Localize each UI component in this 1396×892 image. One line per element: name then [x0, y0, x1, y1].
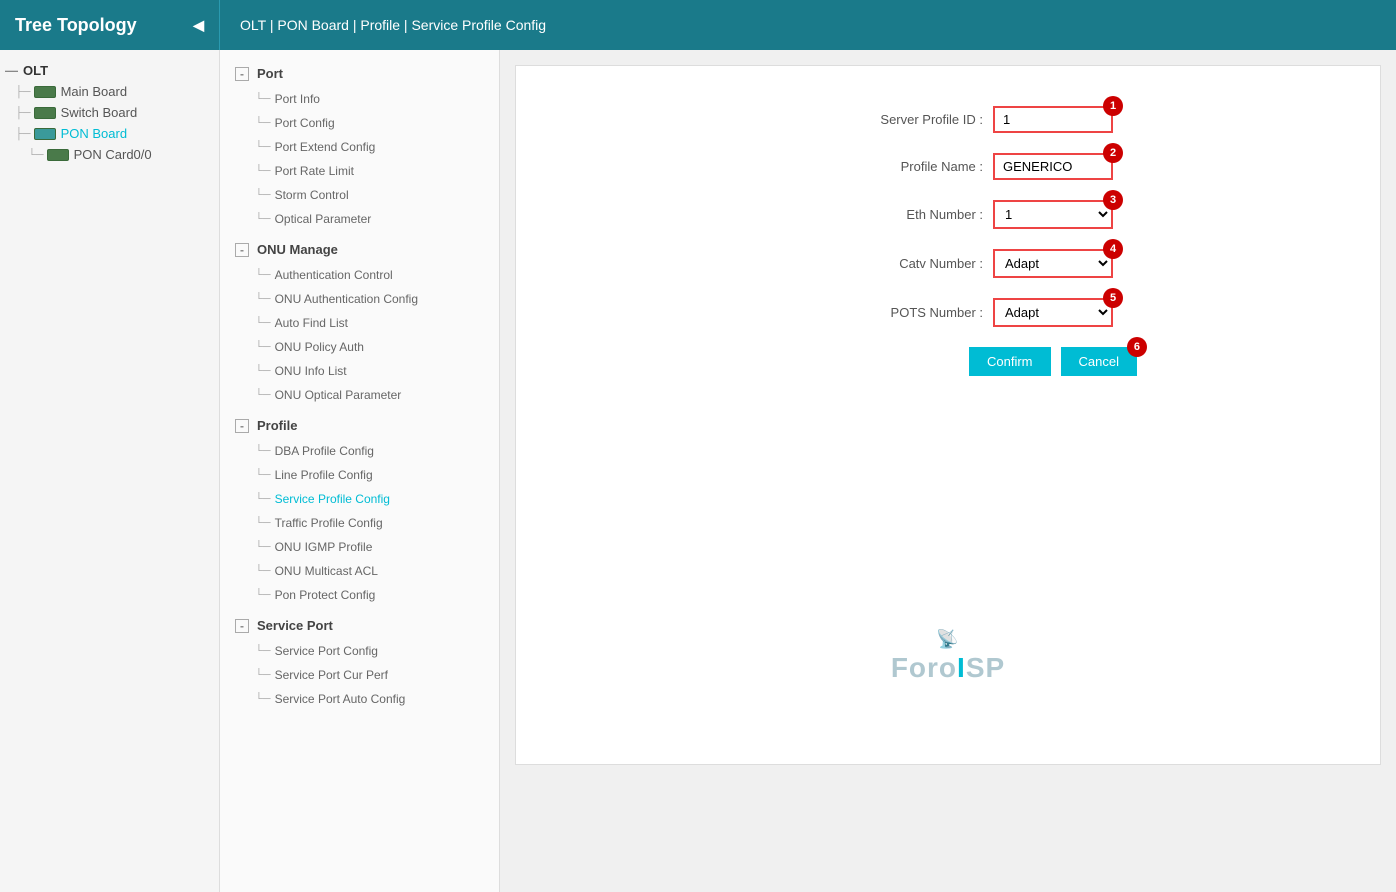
step-badge-6: 6	[1127, 337, 1147, 357]
step-badge-4: 4	[1103, 239, 1123, 259]
pon-card-label: PON Card0/0	[74, 147, 152, 162]
watermark-text: ForoISP	[891, 652, 1005, 683]
menu-optical-parameter[interactable]: └─ Optical Parameter	[220, 207, 499, 231]
server-profile-id-wrap: 1	[993, 106, 1113, 133]
catv-number-row: Catv Number : Adapt 0 1 4	[556, 249, 1340, 278]
header: Tree Topology ◀ OLT | PON Board | Profil…	[0, 0, 1396, 50]
port-expand-icon: -	[235, 67, 249, 81]
menu-onu-igmp-profile[interactable]: └─ ONU IGMP Profile	[220, 535, 499, 559]
menu-service-port-auto-config[interactable]: └─ Service Port Auto Config	[220, 687, 499, 711]
menu-authentication-control[interactable]: └─ Authentication Control	[220, 263, 499, 287]
step-badge-5: 5	[1103, 288, 1123, 308]
profile-section: - Profile └─ DBA Profile Config └─ Line …	[220, 412, 499, 607]
service-section-label: Service Port	[257, 618, 333, 633]
switch-board-label: Switch Board	[61, 105, 138, 120]
main-board-label: Main Board	[61, 84, 127, 99]
left-menu: - Port └─ Port Info └─ Port Config └─ Po…	[220, 50, 500, 892]
profile-name-input[interactable]	[993, 153, 1113, 180]
confirm-button[interactable]: Confirm	[969, 347, 1051, 376]
step-badge-3: 3	[1103, 190, 1123, 210]
pon-board-icon	[34, 128, 56, 140]
server-profile-id-row: Server Profile ID : 1	[556, 106, 1340, 133]
profile-name-row: Profile Name : 2	[556, 153, 1340, 180]
menu-onu-multicast-acl[interactable]: └─ ONU Multicast ACL	[220, 559, 499, 583]
sidebar: — OLT ├─ Main Board ├─ Switch Board ├─ P…	[0, 50, 220, 892]
tree-switch-board[interactable]: ├─ Switch Board	[0, 102, 219, 123]
menu-onu-auth-config[interactable]: └─ ONU Authentication Config	[220, 287, 499, 311]
menu-onu-policy-auth[interactable]: └─ ONU Policy Auth	[220, 335, 499, 359]
menu-service-port-cur-perf[interactable]: └─ Service Port Cur Perf	[220, 663, 499, 687]
pon-board-label: PON Board	[61, 126, 127, 141]
onu-section: - ONU Manage └─ Authentication Control └…	[220, 236, 499, 407]
port-section-header[interactable]: - Port	[220, 60, 499, 87]
menu-onu-optical-parameter[interactable]: └─ ONU Optical Parameter	[220, 383, 499, 407]
pots-number-label: POTS Number :	[783, 305, 983, 320]
profile-section-label: Profile	[257, 418, 297, 433]
cancel-button[interactable]: Cancel	[1061, 347, 1137, 376]
menu-pon-protect-config[interactable]: └─ Pon Protect Config	[220, 583, 499, 607]
onu-section-label: ONU Manage	[257, 242, 338, 257]
menu-storm-control[interactable]: └─ Storm Control	[220, 183, 499, 207]
catv-number-wrap: Adapt 0 1 4	[993, 249, 1113, 278]
menu-port-config[interactable]: └─ Port Config	[220, 111, 499, 135]
menu-dba-profile-config[interactable]: └─ DBA Profile Config	[220, 439, 499, 463]
menu-onu-info-list[interactable]: └─ ONU Info List	[220, 359, 499, 383]
olt-label: OLT	[23, 63, 48, 78]
switch-board-icon	[34, 107, 56, 119]
menu-line-profile-config[interactable]: └─ Line Profile Config	[220, 463, 499, 487]
tree-olt[interactable]: — OLT	[0, 60, 219, 81]
server-profile-id-input[interactable]	[993, 106, 1113, 133]
menu-port-extend-config[interactable]: └─ Port Extend Config	[220, 135, 499, 159]
catv-number-select[interactable]: Adapt 0 1	[993, 249, 1113, 278]
port-section-label: Port	[257, 66, 283, 81]
profile-name-wrap: 2	[993, 153, 1113, 180]
eth-number-select[interactable]: 1 2 3 4 Adapt	[993, 200, 1113, 229]
breadcrumb: OLT | PON Board | Profile | Service Prof…	[220, 17, 566, 33]
watermark: 📡 ForoISP	[891, 629, 1005, 684]
menu-traffic-profile-config[interactable]: └─ Traffic Profile Config	[220, 511, 499, 535]
form-container: Server Profile ID : 1 Profile Name : 2	[515, 65, 1381, 765]
main-layout: — OLT ├─ Main Board ├─ Switch Board ├─ P…	[0, 50, 1396, 892]
menu-auto-find-list[interactable]: └─ Auto Find List	[220, 311, 499, 335]
profile-expand-icon: -	[235, 419, 249, 433]
pots-number-select[interactable]: Adapt 0 1 2	[993, 298, 1113, 327]
main-board-icon	[34, 86, 56, 98]
profile-name-label: Profile Name :	[783, 159, 983, 174]
tree-main-board[interactable]: ├─ Main Board	[0, 81, 219, 102]
pots-number-wrap: Adapt 0 1 2 5	[993, 298, 1113, 327]
service-section-header[interactable]: - Service Port	[220, 612, 499, 639]
eth-number-row: Eth Number : 1 2 3 4 Adapt 3	[556, 200, 1340, 229]
onu-section-header[interactable]: - ONU Manage	[220, 236, 499, 263]
menu-service-profile-config[interactable]: └─ Service Profile Config	[220, 487, 499, 511]
onu-expand-icon: -	[235, 243, 249, 257]
antenna-icon: 📡	[891, 629, 1005, 650]
step-badge-2: 2	[1103, 143, 1123, 163]
collapse-icon[interactable]: ◀	[193, 17, 204, 34]
pots-number-row: POTS Number : Adapt 0 1 2 5	[556, 298, 1340, 327]
server-profile-id-label: Server Profile ID :	[783, 112, 983, 127]
form-buttons-row: Confirm 6 Cancel	[556, 347, 1340, 376]
content-area: - Port └─ Port Info └─ Port Config └─ Po…	[220, 50, 1396, 892]
title-text: Tree Topology	[15, 15, 137, 36]
menu-port-info[interactable]: └─ Port Info	[220, 87, 499, 111]
main-panel: Server Profile ID : 1 Profile Name : 2	[500, 50, 1396, 892]
step-badge-1: 1	[1103, 96, 1123, 116]
profile-section-header[interactable]: - Profile	[220, 412, 499, 439]
service-section: - Service Port └─ Service Port Config └─…	[220, 612, 499, 711]
sidebar-title: Tree Topology ◀	[0, 0, 220, 50]
eth-number-label: Eth Number :	[783, 207, 983, 222]
eth-number-wrap: 1 2 3 4 Adapt 3	[993, 200, 1113, 229]
tree-pon-board[interactable]: ├─ PON Board	[0, 123, 219, 144]
pon-card-icon	[47, 149, 69, 161]
port-section: - Port └─ Port Info └─ Port Config └─ Po…	[220, 60, 499, 231]
menu-service-port-config[interactable]: └─ Service Port Config	[220, 639, 499, 663]
menu-port-rate-limit[interactable]: └─ Port Rate Limit	[220, 159, 499, 183]
catv-number-label: Catv Number :	[783, 256, 983, 271]
service-expand-icon: -	[235, 619, 249, 633]
tree-pon-card[interactable]: └─ PON Card0/0	[0, 144, 219, 165]
buttons-wrap: Confirm 6 Cancel	[969, 347, 1137, 376]
